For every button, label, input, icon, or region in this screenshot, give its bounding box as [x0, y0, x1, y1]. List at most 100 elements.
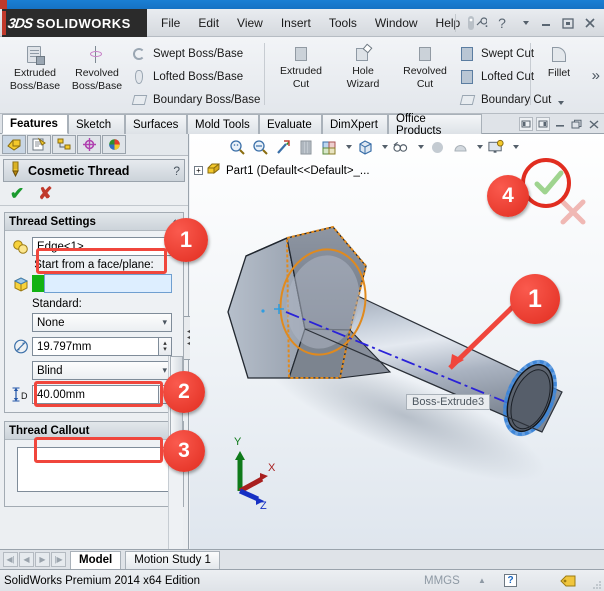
start-from-label: Start from a face/plane:	[34, 259, 154, 271]
fillet-dropdown-icon[interactable]	[557, 100, 564, 105]
diameter-stepper[interactable]: ▴ ▾	[159, 337, 172, 356]
tab-motion-study-1[interactable]: Motion Study 1	[125, 550, 220, 569]
ribbon-group-cut: Extruded Cut Hole Wizard Revolved Cut Sw…	[270, 39, 555, 111]
units-label[interactable]: MMGS	[424, 575, 460, 587]
tab-surfaces[interactable]: Surfaces	[125, 114, 187, 134]
next-icon[interactable]: ▶	[35, 552, 50, 567]
dimxpert-manager-tab[interactable]	[77, 135, 101, 154]
solidworks-window: 3DS SOLIDWORKS File Edit View Insert Too…	[0, 0, 604, 591]
diameter-icon	[10, 338, 32, 355]
tab-features[interactable]: Features	[2, 114, 68, 134]
edge-field[interactable]: Edge<1>	[32, 237, 172, 256]
close-icon[interactable]	[580, 13, 600, 33]
boss-feature-list: Swept Boss/Base Lofted Boss/Base Boundar…	[128, 39, 264, 111]
last-icon[interactable]: |▶	[51, 552, 66, 567]
revolved-boss-base-button[interactable]: Revolved Boss/Base	[66, 39, 128, 92]
ribbon-overflow-button[interactable]: »	[592, 67, 600, 84]
tab-office-products[interactable]: Office Products	[388, 113, 482, 137]
tab-evaluate[interactable]: Evaluate	[259, 114, 322, 134]
property-manager-tab[interactable]	[27, 135, 51, 154]
options-icon[interactable]	[461, 13, 481, 33]
diameter-field[interactable]: 19.797mm	[32, 337, 159, 356]
extruded-boss-icon	[25, 45, 45, 65]
minimize-icon[interactable]	[553, 117, 567, 131]
manager-tab-strip	[0, 134, 188, 156]
svg-text:D: D	[21, 391, 28, 401]
revolved-cut-button[interactable]: Revolved Cut	[394, 39, 456, 90]
minimize-icon[interactable]	[536, 13, 556, 33]
depth-field[interactable]: 40.00mm	[32, 385, 159, 404]
menu-view[interactable]: View	[228, 9, 272, 37]
feature-manager-tab[interactable]	[2, 135, 26, 154]
depth-row: D 40.00mm ▴▾	[10, 385, 178, 404]
hole-wizard-button[interactable]: Hole Wizard	[332, 39, 394, 90]
fillet-button[interactable]: Fillet	[536, 39, 582, 108]
menu-window[interactable]: Window	[366, 9, 427, 37]
svg-text:X: X	[268, 462, 276, 474]
end-condition-dropdown[interactable]: Blind ▾	[32, 361, 172, 380]
restore-icon[interactable]	[570, 117, 584, 131]
item-label: Lofted Boss/Base	[153, 70, 244, 83]
thread-callout-section: Thread Callout «	[4, 421, 184, 507]
menu-insert[interactable]: Insert	[272, 9, 320, 37]
restore-right-icon[interactable]	[536, 117, 550, 131]
standard-dropdown[interactable]: None ▾	[32, 313, 172, 332]
item-label: Lofted Cut	[481, 70, 535, 83]
section-title: Thread Settings	[9, 215, 96, 228]
tab-mold-tools[interactable]: Mold Tools	[187, 114, 259, 134]
menu-tools[interactable]: Tools	[320, 9, 366, 37]
thread-callout-field[interactable]	[17, 447, 171, 492]
display-manager-tab[interactable]	[102, 135, 126, 154]
tab-model[interactable]: Model	[70, 550, 122, 569]
cosmetic-thread-icon	[8, 161, 23, 181]
swept-boss-base-button[interactable]: Swept Boss/Base	[128, 42, 264, 65]
boundary-boss-base-button[interactable]: Boundary Boss/Base	[128, 88, 264, 111]
restore-left-icon[interactable]	[519, 117, 533, 131]
tab-dimxpert[interactable]: DimXpert	[322, 114, 388, 134]
brand-name-text: SOLIDWORKS	[36, 15, 131, 31]
previous-icon[interactable]: ◀	[19, 552, 34, 567]
face-plane-field[interactable]	[44, 274, 172, 293]
lofted-boss-base-button[interactable]: Lofted Boss/Base	[128, 65, 264, 88]
hole-wizard-icon	[354, 43, 373, 63]
first-icon[interactable]: ◀|	[3, 552, 18, 567]
end-condition-value: Blind	[37, 364, 63, 377]
diameter-row: 19.797mm ▴ ▾	[10, 337, 178, 356]
chevron-down-icon[interactable]	[514, 13, 534, 33]
face-plane-row	[10, 274, 178, 293]
accept-button[interactable]: ✔	[10, 184, 24, 204]
tab-nav-buttons: ◀| ◀ ▶ |▶	[0, 552, 66, 567]
tab-sketch[interactable]: Sketch	[68, 114, 125, 134]
menu-file[interactable]: File	[152, 9, 189, 37]
confirm-cancel-button[interactable]	[558, 198, 588, 229]
thread-settings-header[interactable]: Thread Settings «	[5, 213, 183, 231]
thread-callout-header[interactable]: Thread Callout «	[5, 422, 183, 440]
tag-icon[interactable]	[560, 574, 576, 587]
titlebar-controls: . ?	[452, 9, 600, 37]
depth-icon: D	[10, 386, 32, 403]
resize-grip-icon[interactable]	[593, 580, 602, 589]
menu-edit[interactable]: Edit	[189, 9, 228, 37]
extruded-boss-base-button[interactable]: Extruded Boss/Base	[4, 39, 66, 92]
annotation-badge-1-model: 1	[510, 274, 560, 324]
edge-select-icon	[10, 239, 32, 255]
cancel-button[interactable]: ✘	[38, 184, 52, 204]
ribbon-divider-1	[264, 43, 265, 105]
thread-settings-body: Edge<1> Start from a face/plane: Standar…	[5, 231, 183, 412]
face-plane-icon	[10, 276, 32, 292]
badge-number: 3	[178, 439, 190, 462]
help-badge-icon[interactable]: ?	[504, 574, 517, 587]
extruded-cut-icon	[292, 45, 310, 63]
boundary-boss-icon	[130, 91, 148, 109]
help-icon[interactable]: ?	[492, 13, 512, 33]
units-dropdown-icon[interactable]: ▲	[478, 576, 486, 585]
thread-callout-body	[5, 440, 183, 506]
button-label: Extruded	[13, 67, 57, 79]
restore-icon[interactable]	[558, 13, 578, 33]
extruded-cut-button[interactable]: Extruded Cut	[270, 39, 332, 90]
swept-cut-icon	[458, 45, 476, 63]
thread-settings-section: Thread Settings « Edge<1> Start from a f…	[4, 212, 184, 413]
help-icon[interactable]: ?	[173, 164, 180, 178]
close-icon[interactable]	[587, 117, 601, 131]
configuration-manager-tab[interactable]	[52, 135, 76, 154]
